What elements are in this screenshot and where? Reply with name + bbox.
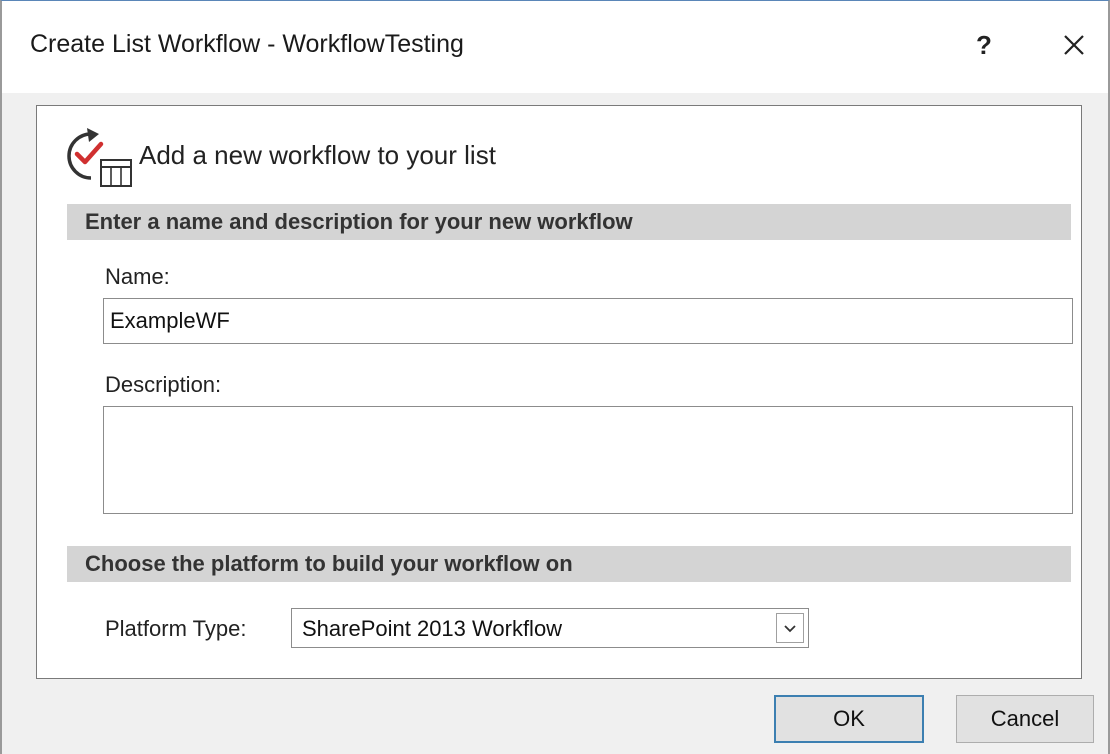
header-title: Add a new workflow to your list (139, 140, 496, 170)
ok-button[interactable]: OK (774, 695, 924, 743)
cancel-button[interactable]: Cancel (956, 695, 1094, 743)
dropdown-button[interactable] (776, 613, 804, 643)
name-label: Name: (105, 264, 170, 289)
create-list-workflow-dialog: Create List Workflow - WorkflowTesting ?… (0, 0, 1110, 754)
title-bar: Create List Workflow - WorkflowTesting ? (2, 1, 1108, 93)
close-icon (1064, 35, 1084, 55)
section-name-description-header: Enter a name and description for your ne… (67, 204, 1071, 240)
help-button[interactable]: ? (964, 25, 1004, 65)
platform-type-label: Platform Type: (105, 616, 247, 641)
section-platform-header: Choose the platform to build your workfl… (67, 546, 1071, 582)
description-label: Description: (105, 372, 222, 397)
workflow-list-icon (67, 128, 132, 187)
description-input[interactable] (103, 406, 1073, 514)
content-panel: Add a new workflow to your list Enter a … (36, 105, 1082, 679)
platform-type-select[interactable]: SharePoint 2013 Workflow (291, 608, 809, 648)
close-button[interactable] (1054, 25, 1094, 65)
window-title: Create List Workflow - WorkflowTesting (30, 30, 464, 58)
name-input[interactable] (103, 298, 1073, 344)
help-icon: ? (976, 30, 992, 60)
platform-type-value: SharePoint 2013 Workflow (302, 616, 563, 641)
chevron-down-icon (784, 625, 796, 633)
